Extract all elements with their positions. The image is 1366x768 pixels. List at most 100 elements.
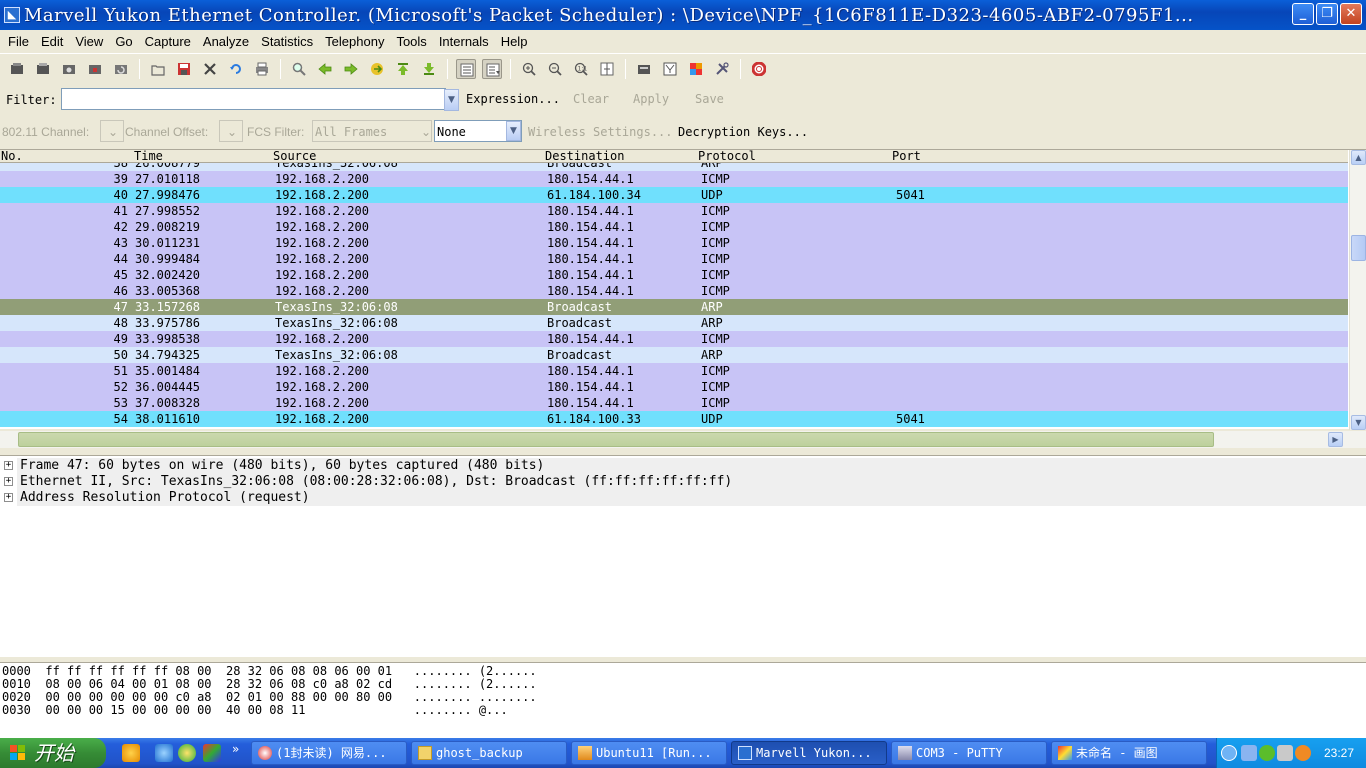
filter-input[interactable]	[61, 88, 446, 110]
detail-row-arp[interactable]: + Address Resolution Protocol (request)	[0, 490, 1366, 506]
horizontal-scroll-thumb[interactable]	[18, 432, 1214, 447]
quicklaunch-messenger-icon[interactable]	[122, 744, 140, 762]
packet-row[interactable]: 43 30.011231 192.168.2.200 180.154.44.1 ICMP	[0, 235, 1348, 251]
task-paint[interactable]: 未命名 - 画图	[1051, 741, 1207, 765]
zoom-out-icon[interactable]	[545, 59, 565, 79]
save-filter-button[interactable]: Save	[695, 92, 724, 106]
save-file-icon[interactable]	[174, 59, 194, 79]
go-back-icon[interactable]	[315, 59, 335, 79]
menu-help[interactable]: Help	[495, 34, 534, 49]
packet-row[interactable]: 46 33.005368 192.168.2.200 180.154.44.1 ICMP	[0, 283, 1348, 299]
packet-row[interactable]: 38 26.008779 TexasIns_32:06:08 Broadcast ARP	[0, 163, 1348, 171]
find-packet-icon[interactable]	[289, 59, 309, 79]
menu-view[interactable]: View	[69, 34, 109, 49]
task-netease-mail[interactable]: (1封未读) 网易...	[251, 741, 407, 765]
decryption-dropdown-icon[interactable]: ▼	[506, 121, 521, 141]
interface-list-icon[interactable]	[7, 59, 27, 79]
volume-icon[interactable]	[1277, 745, 1293, 761]
tray-antivirus-icon[interactable]	[1295, 745, 1311, 761]
resize-columns-icon[interactable]	[597, 59, 617, 79]
auto-scroll-icon[interactable]	[482, 59, 502, 79]
menu-statistics[interactable]: Statistics	[255, 34, 319, 49]
packet-row[interactable]: 40 27.998476 192.168.2.200 61.184.100.34 UDP…	[0, 187, 1348, 203]
expression-button[interactable]: Expression...	[466, 92, 560, 106]
display-filters-icon[interactable]	[660, 59, 680, 79]
packet-row[interactable]: 41 27.998552 192.168.2.200 180.154.44.1 ICMP	[0, 203, 1348, 219]
scroll-up-button[interactable]: ▲	[1351, 150, 1366, 165]
start-button[interactable]: 开始	[0, 738, 106, 768]
menu-telephony[interactable]: Telephony	[319, 34, 390, 49]
packet-details[interactable]: + Frame 47: 60 bytes on wire (480 bits),…	[0, 455, 1366, 657]
packet-bytes[interactable]: 0000 ff ff ff ff ff ff 08 00 28 32 06 08…	[0, 662, 1366, 738]
restart-capture-icon[interactable]	[111, 59, 131, 79]
open-file-icon[interactable]	[148, 59, 168, 79]
help-icon[interactable]	[749, 59, 769, 79]
packet-row[interactable]: 53 37.008328 192.168.2.200 180.154.44.1 ICMP	[0, 395, 1348, 411]
task-ubuntu-vm[interactable]: Ubuntu11 [Run...	[571, 741, 727, 765]
apply-button[interactable]: Apply	[633, 92, 669, 106]
zoom-in-icon[interactable]	[519, 59, 539, 79]
packet-row[interactable]: 47 33.157268 TexasIns_32:06:08 Broadcast ARP	[0, 299, 1348, 315]
close-file-icon[interactable]	[200, 59, 220, 79]
restore-button[interactable]: ❐	[1316, 3, 1338, 25]
packet-row[interactable]: 48 33.975786 TexasIns_32:06:08 Broadcast ARP	[0, 315, 1348, 331]
go-last-packet-icon[interactable]	[419, 59, 439, 79]
tray-collapse-icon[interactable]	[1221, 745, 1237, 761]
menu-file[interactable]: File	[2, 34, 35, 49]
network-icon[interactable]	[1241, 745, 1257, 761]
quicklaunch-paint-icon[interactable]	[203, 744, 221, 762]
quicklaunch-chrome-icon[interactable]	[178, 744, 196, 762]
go-first-packet-icon[interactable]	[393, 59, 413, 79]
packet-row[interactable]: 51 35.001484 192.168.2.200 180.154.44.1 ICMP	[0, 363, 1348, 379]
print-icon[interactable]	[252, 59, 272, 79]
packet-row[interactable]: 49 33.998538 192.168.2.200 180.154.44.1 ICMP	[0, 331, 1348, 347]
wireless-settings-button[interactable]: Wireless Settings...	[528, 125, 673, 139]
task-putty[interactable]: COM3 - PuTTY	[891, 741, 1047, 765]
menu-edit[interactable]: Edit	[35, 34, 69, 49]
go-to-packet-icon[interactable]	[367, 59, 387, 79]
go-forward-icon[interactable]	[341, 59, 361, 79]
colorize-icon[interactable]	[456, 59, 476, 79]
detail-row-ethernet[interactable]: + Ethernet II, Src: TexasIns_32:06:08 (0…	[0, 474, 1366, 490]
tray-app-icon[interactable]	[1259, 745, 1275, 761]
preferences-icon[interactable]	[712, 59, 732, 79]
task-wireshark[interactable]: Marvell Yukon...	[731, 741, 887, 765]
packet-list[interactable]: No. Time Source Destination Protocol Por…	[0, 149, 1366, 430]
column-header-protocol[interactable]: Protocol	[698, 149, 756, 163]
menu-go[interactable]: Go	[109, 34, 138, 49]
coloring-rules-icon[interactable]	[686, 59, 706, 79]
minimize-button[interactable]: _	[1292, 3, 1314, 25]
quicklaunch-more-icon[interactable]: »	[232, 742, 239, 756]
packet-row[interactable]: 52 36.004445 192.168.2.200 180.154.44.1 ICMP	[0, 379, 1348, 395]
column-header-destination[interactable]: Destination	[545, 149, 624, 163]
packet-row[interactable]: 45 32.002420 192.168.2.200 180.154.44.1 ICMP	[0, 267, 1348, 283]
packet-list-vertical-scrollbar[interactable]: ▲ ▼	[1349, 150, 1366, 430]
menu-internals[interactable]: Internals	[433, 34, 495, 49]
packet-row[interactable]: 42 29.008219 192.168.2.200 180.154.44.1 ICMP	[0, 219, 1348, 235]
stop-capture-icon[interactable]	[85, 59, 105, 79]
close-button[interactable]: ✕	[1340, 3, 1362, 25]
reload-icon[interactable]	[226, 59, 246, 79]
packet-list-horizontal-scrollbar[interactable]: ▶	[0, 431, 1366, 448]
quicklaunch-ie-icon[interactable]	[155, 744, 173, 762]
scroll-right-button[interactable]: ▶	[1328, 432, 1343, 447]
wireshark-app-icon[interactable]: ◣	[4, 7, 20, 23]
normal-size-icon[interactable]: 1:1	[571, 59, 591, 79]
scroll-thumb[interactable]	[1351, 235, 1366, 261]
column-header-port[interactable]: Port	[892, 149, 921, 163]
title-bar[interactable]: ◣ Marvell Yukon Ethernet Controller. (Mi…	[0, 0, 1366, 30]
packet-row[interactable]: 54 38.011610 192.168.2.200 61.184.100.33 UDP…	[0, 411, 1348, 427]
packet-row[interactable]: 39 27.010118 192.168.2.200 180.154.44.1 ICMP	[0, 171, 1348, 187]
detail-row-frame[interactable]: + Frame 47: 60 bytes on wire (480 bits),…	[0, 458, 1366, 474]
start-capture-icon[interactable]	[59, 59, 79, 79]
clear-button[interactable]: Clear	[573, 92, 609, 106]
expand-icon[interactable]: +	[4, 493, 13, 502]
menu-analyze[interactable]: Analyze	[197, 34, 255, 49]
expand-icon[interactable]: +	[4, 477, 13, 486]
menu-tools[interactable]: Tools	[390, 34, 432, 49]
packet-row[interactable]: 44 30.999484 192.168.2.200 180.154.44.1 ICMP	[0, 251, 1348, 267]
scroll-down-button[interactable]: ▼	[1351, 415, 1366, 430]
capture-filters-icon[interactable]	[634, 59, 654, 79]
column-header-time[interactable]: Time	[134, 149, 163, 163]
column-header-no[interactable]: No.	[1, 149, 23, 163]
